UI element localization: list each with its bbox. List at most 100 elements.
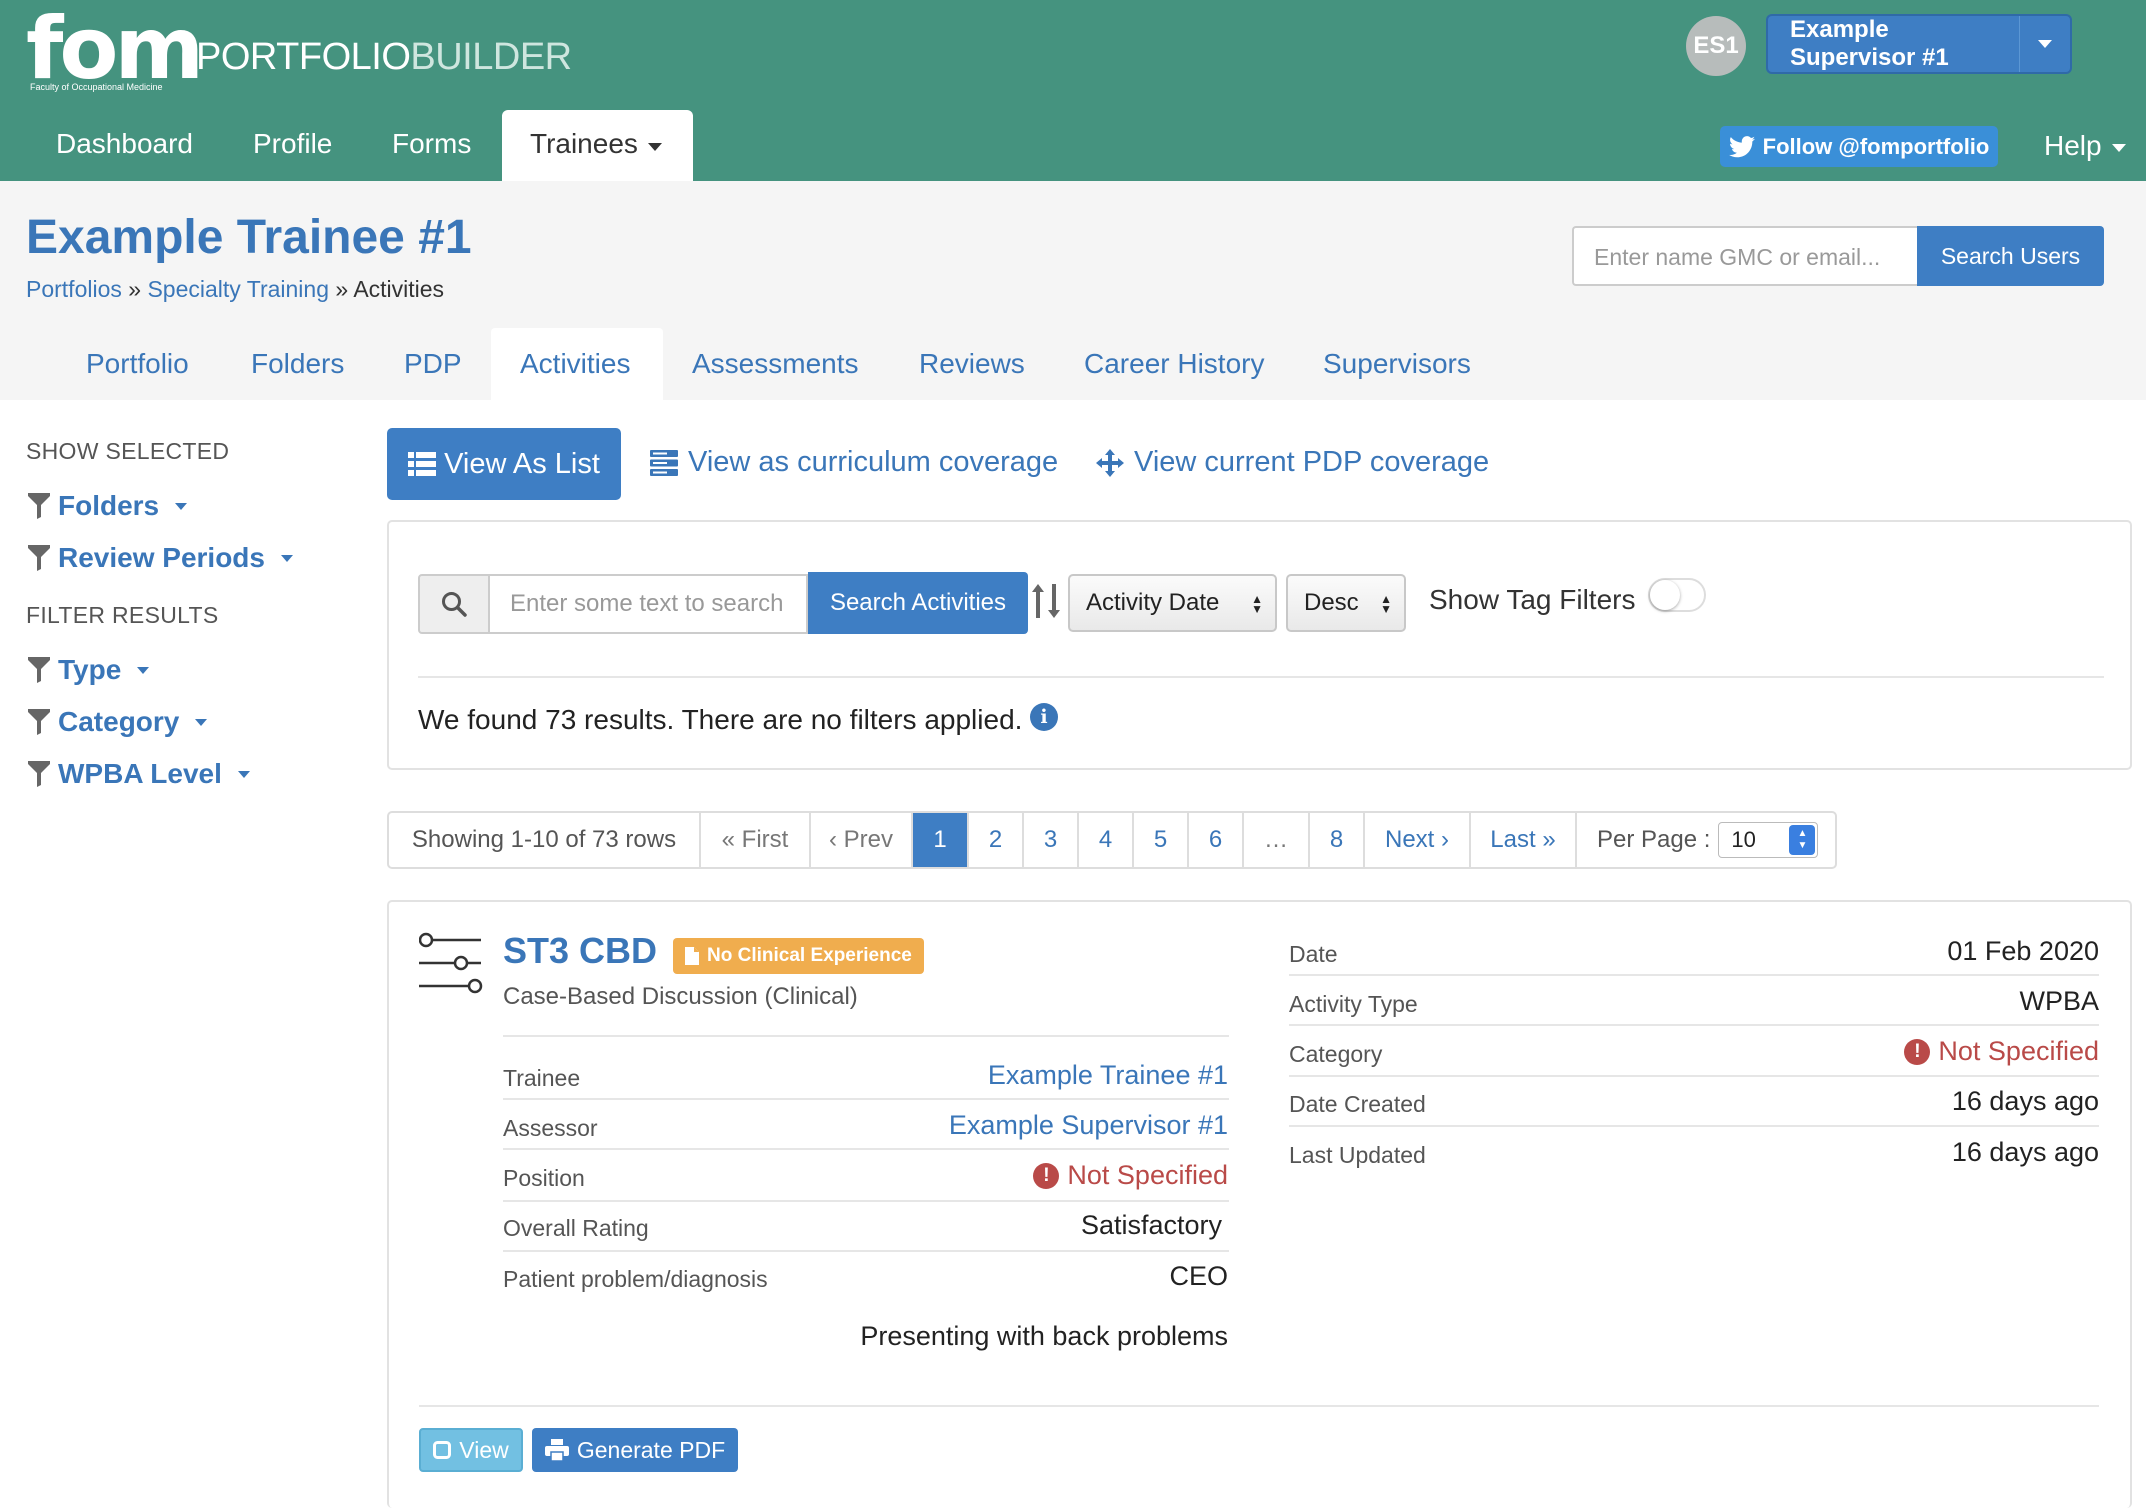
exclamation-icon: ! <box>1033 1162 1060 1189</box>
list-icon <box>408 452 437 476</box>
filter-review-periods[interactable]: Review Periods <box>28 542 293 574</box>
filter-icon <box>28 657 50 683</box>
user-menu-caret[interactable] <box>2019 16 2070 72</box>
breadcrumb-specialty-training[interactable]: Specialty Training <box>147 276 329 302</box>
divider <box>503 1035 1229 1037</box>
page-ellipsis: … <box>1244 813 1310 867</box>
detail-label: Overall Rating <box>503 1215 649 1241</box>
page-6[interactable]: 6 <box>1189 813 1244 867</box>
show-tag-filters-toggle[interactable] <box>1648 578 1706 612</box>
sort-order-select[interactable]: Desc ▲ ▼ <box>1286 574 1406 632</box>
breadcrumb-activities: Activities <box>353 276 445 302</box>
date-created-value: 16 days ago <box>1951 1086 2099 1116</box>
category-text: Not Specified <box>1938 1036 2099 1066</box>
sliders-icon <box>419 932 483 994</box>
divider <box>503 1200 1229 1202</box>
chevron-down-icon <box>137 666 150 674</box>
page-2[interactable]: 2 <box>969 813 1024 867</box>
view-as-list-button[interactable]: View As List <box>387 428 621 500</box>
divider <box>503 1098 1229 1100</box>
nav-dashboard[interactable]: Dashboard <box>56 128 193 160</box>
page-1[interactable]: 1 <box>913 813 969 867</box>
avatar[interactable]: ES1 <box>1686 16 1746 76</box>
select-arrows-icon: ▲ ▼ <box>1251 592 1263 616</box>
activity-title[interactable]: ST3 CBD <box>503 930 657 972</box>
chevron-down-icon <box>175 502 188 510</box>
info-icon[interactable]: i <box>1030 703 1058 731</box>
tab-pdp[interactable]: PDP <box>404 348 462 380</box>
view-pdp-label: View current PDP coverage <box>1134 446 1490 478</box>
sort-field-select[interactable]: Activity Date ▲ ▼ <box>1068 574 1277 632</box>
page-first[interactable]: « First <box>701 813 811 867</box>
meta-label: Activity Type <box>1289 991 1418 1017</box>
move-icon <box>1096 448 1124 477</box>
results-summary: We found 73 results. There are no filter… <box>418 704 1023 735</box>
view-curriculum-coverage-link[interactable]: View as curriculum coverage <box>650 446 1058 479</box>
nav-profile[interactable]: Profile <box>253 128 332 160</box>
status-badge: No Clinical Experience <box>673 938 924 974</box>
search-activities-button[interactable]: Search Activities <box>808 572 1028 634</box>
divider <box>1289 1024 2099 1026</box>
fom-logo[interactable]: fom <box>26 6 204 92</box>
nav-trainees[interactable]: Trainees <box>502 110 693 181</box>
follow-twitter-button[interactable]: Follow @fomportfolio <box>1720 126 1998 167</box>
twitter-icon <box>1728 135 1755 157</box>
stepper-icon: ▲ ▼ <box>1789 825 1816 855</box>
sort-icon[interactable] <box>1032 584 1062 618</box>
filter-icon <box>28 545 50 571</box>
divider <box>418 676 2104 678</box>
nav-trainees-label: Trainees <box>530 128 638 159</box>
page-next[interactable]: Next › <box>1365 813 1471 867</box>
tab-supervisors[interactable]: Supervisors <box>1323 348 1471 380</box>
follow-label: Follow @fomportfolio <box>1762 133 1990 159</box>
filter-wpba-level[interactable]: WPBA Level <box>28 758 250 790</box>
page-title: Example Trainee #1 <box>26 211 472 264</box>
filter-category[interactable]: Category <box>28 706 208 738</box>
select-arrows-icon: ▲ ▼ <box>1380 592 1392 616</box>
view-button[interactable]: View <box>419 1428 523 1472</box>
square-icon <box>433 1441 452 1459</box>
generate-pdf-button[interactable]: Generate PDF <box>532 1428 738 1472</box>
trainee-link[interactable]: Example Trainee #1 <box>988 1060 1228 1091</box>
page-3[interactable]: 3 <box>1024 813 1079 867</box>
filter-type[interactable]: Type <box>28 654 150 686</box>
tab-folders[interactable]: Folders <box>251 348 344 380</box>
page-prev[interactable]: ‹ Prev <box>811 813 913 867</box>
breadcrumb-portfolios[interactable]: Portfolios <box>26 276 122 302</box>
nav-forms[interactable]: Forms <box>392 128 471 160</box>
breadcrumb: Portfolios » Specialty Training » Activi… <box>26 276 444 303</box>
per-page-control: Per Page : 10 ▲ ▼ <box>1577 813 1835 867</box>
logo-subtitle: Faculty of Occupational Medicine <box>30 82 163 92</box>
divider <box>1289 1125 2099 1127</box>
tab-career-history[interactable]: Career History <box>1084 348 1264 380</box>
tab-portfolio[interactable]: Portfolio <box>86 348 189 380</box>
app-brand[interactable]: PORTFOLIOBUILDER <box>196 36 572 79</box>
activity-subtitle: Case-Based Discussion (Clinical) <box>503 983 858 1010</box>
user-search-input[interactable]: Enter name GMC or email... <box>1572 226 1917 286</box>
per-page-select[interactable]: 10 ▲ ▼ <box>1718 822 1819 858</box>
tab-activities-label: Activities <box>520 348 631 379</box>
per-page-label: Per Page : <box>1597 826 1711 853</box>
page-5[interactable]: 5 <box>1134 813 1189 867</box>
tab-assessments[interactable]: Assessments <box>692 348 859 380</box>
activity-search-input[interactable]: Enter some text to search <box>490 574 808 634</box>
view-pdp-coverage-link[interactable]: View current PDP coverage <box>1096 446 1489 479</box>
divider <box>503 1250 1229 1252</box>
tab-activities[interactable]: Activities <box>491 328 663 400</box>
page-last[interactable]: Last » <box>1471 813 1577 867</box>
user-menu-button[interactable]: Example Supervisor #1 <box>1766 14 2072 74</box>
meta-label: Date Created <box>1289 1091 1426 1117</box>
diagnosis-detail: Presenting with back problems <box>860 1321 1228 1351</box>
help-menu[interactable]: Help <box>2044 130 2126 162</box>
filter-icon <box>28 761 50 787</box>
filter-folders[interactable]: Folders <box>28 490 188 522</box>
page-4[interactable]: 4 <box>1079 813 1134 867</box>
detail-label: Position <box>503 1165 585 1191</box>
search-users-button[interactable]: Search Users <box>1917 226 2104 286</box>
help-label: Help <box>2044 130 2102 161</box>
page-8[interactable]: 8 <box>1310 813 1365 867</box>
pagination-summary: Showing 1-10 of 73 rows <box>389 813 701 867</box>
tab-reviews[interactable]: Reviews <box>919 348 1025 380</box>
assessor-link[interactable]: Example Supervisor #1 <box>949 1110 1228 1141</box>
breadcrumb-separator: » <box>335 276 349 302</box>
